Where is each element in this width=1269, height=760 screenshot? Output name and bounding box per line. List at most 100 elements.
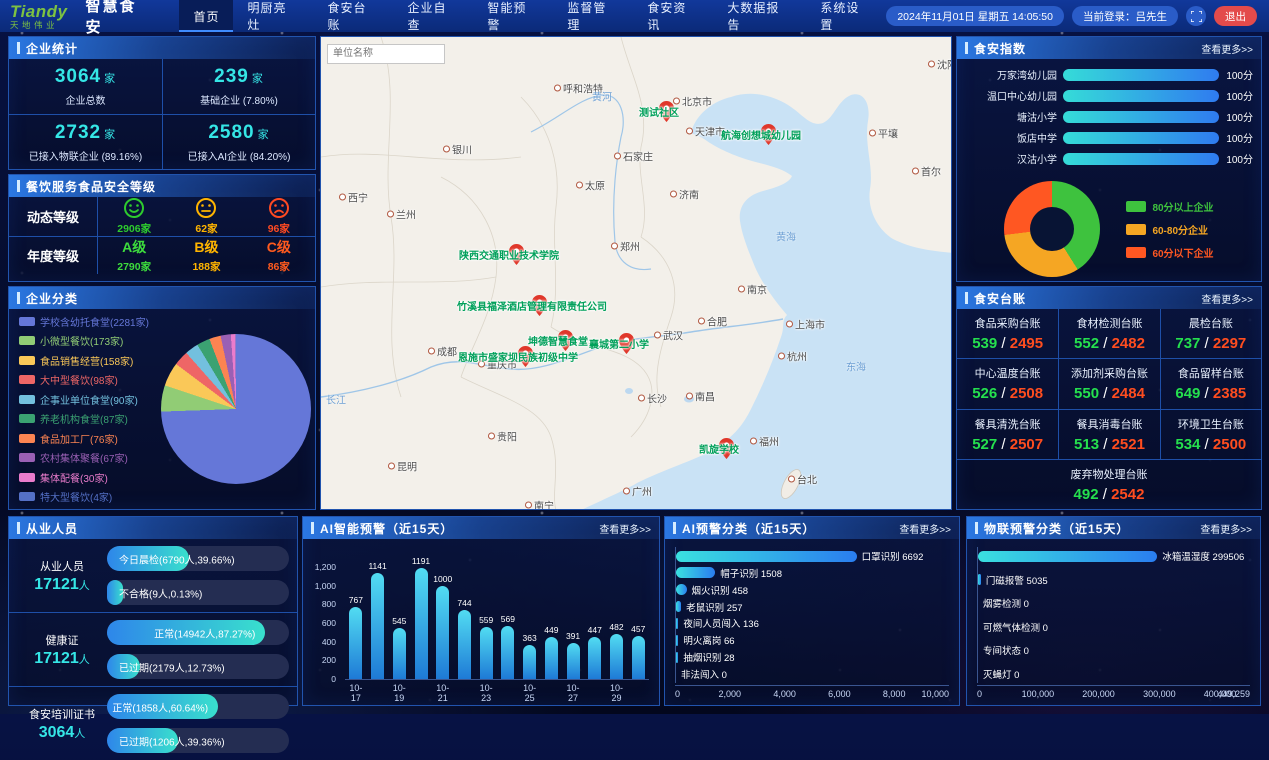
stat-value: 3064家 — [55, 66, 116, 88]
stat-label: 企业总数 — [66, 92, 106, 107]
donut-legend-item: 60-80分企业 — [1126, 222, 1213, 237]
map-marker-label: 陕西交通职业技术学院 — [459, 247, 559, 262]
bar — [588, 637, 601, 679]
legend-item: 小微型餐饮(173家) — [19, 333, 157, 348]
city-label-银川: 银川 — [443, 142, 472, 157]
view-more-link[interactable]: 查看更多>> — [899, 521, 951, 536]
city-dot — [428, 348, 435, 355]
staff-label: 健康证 — [17, 632, 107, 648]
stat-value: 239家 — [214, 66, 264, 88]
panel-title: 食安台账 — [974, 290, 1026, 307]
map-marker-label: 襄城第二小学 — [589, 336, 649, 351]
legend-item: 食品加工厂(76家) — [19, 431, 157, 446]
city-name: 南昌 — [695, 389, 715, 404]
panel-header: 餐饮服务食品安全等级 — [9, 175, 315, 197]
city-label-合肥: 合肥 — [698, 314, 727, 329]
stat-label: 已接入物联企业 (89.16%) — [29, 148, 142, 163]
smile-face-icon — [123, 197, 145, 219]
safety-grade-rows: 动态等级2906家62家96家年度等级A级2790家B级188家C级86家 — [9, 197, 315, 274]
staff-left: 从业人员17121人 — [17, 558, 107, 594]
legend-item: 集体配餐(30家) — [19, 470, 157, 485]
bar-value: 363 — [523, 633, 537, 643]
china-map[interactable]: 沈阳呼和浩特北京市天津市平壤石家庄太原济南银川西宁兰州郑州首尔南京上海市合肥杭州… — [320, 36, 952, 510]
legend-swatch — [19, 492, 35, 501]
ledger-grid: 食品采购台账539 / 2495食材检测台账552 / 2482晨检台账737 … — [957, 309, 1261, 509]
bar-column: 449 — [540, 625, 562, 679]
x-tick-label: 4,000 — [773, 689, 796, 699]
grade-count: 62家 — [195, 221, 217, 236]
ledger-cell: 食品采购台账539 / 2495 — [957, 309, 1058, 358]
donut-legend-label: 60-80分企业 — [1152, 222, 1208, 237]
city-dot — [525, 502, 532, 509]
staff-number: 17121 — [34, 576, 79, 593]
stat-cell: 3064家企业总数 — [9, 59, 162, 114]
bar — [567, 643, 580, 679]
map-base-svg — [321, 37, 952, 510]
city-name: 西宁 — [348, 190, 368, 205]
city-name: 台北 — [797, 472, 817, 487]
bar — [371, 573, 384, 679]
header-accent — [965, 292, 968, 304]
city-label-上海市: 上海市 — [786, 317, 825, 332]
hbar-label: 口罩识别 6692 — [862, 549, 924, 563]
ledger-numbers: 534 / 2500 — [1175, 436, 1246, 453]
hbar-row: 老鼠识别 257 — [676, 600, 949, 614]
nav-item-3[interactable]: 食安台账 — [313, 0, 393, 32]
city-dot — [750, 438, 757, 445]
index-name: 汉沽小学 — [965, 151, 1063, 166]
legend-item: 农村集体聚餐(67家) — [19, 450, 157, 465]
city-dot — [912, 168, 919, 175]
nav-item-2[interactable]: 明厨亮灶 — [233, 0, 313, 32]
staff-bar: 已过期(1206人,39.36%) — [107, 728, 289, 753]
grade-count: 188家 — [192, 259, 220, 274]
bar — [415, 568, 428, 679]
city-name: 首尔 — [921, 164, 941, 179]
city-name: 广州 — [632, 484, 652, 499]
bar-value: 744 — [457, 598, 471, 608]
nav-item-5[interactable]: 智能预警 — [473, 0, 553, 32]
city-name: 济南 — [679, 187, 699, 202]
unit-name-search-input[interactable] — [327, 44, 445, 64]
ledger-total-count: 2385 — [1213, 385, 1246, 402]
city-label-长沙: 长沙 — [638, 391, 667, 406]
x-tick-label: 10,000 — [921, 689, 949, 699]
bar-value: 449 — [544, 625, 558, 635]
staff-bar-label: 不合格(9人,0.13%) — [119, 585, 202, 600]
bar-value: 391 — [566, 631, 580, 641]
x-tick-label: 10-25 — [519, 683, 541, 703]
fullscreen-button[interactable] — [1186, 6, 1206, 26]
x-tick-label: 0 — [977, 689, 982, 699]
nav-item-4[interactable]: 企业自查 — [393, 0, 473, 32]
legend-swatch — [19, 453, 35, 462]
bar-value: 447 — [588, 625, 602, 635]
grade-item: A级2790家 — [98, 237, 170, 274]
x-tick-label: 10-19 — [388, 683, 410, 703]
x-tick-label: 200,000 — [1082, 689, 1115, 699]
x-tick-label: 8,000 — [883, 689, 906, 699]
donut-section: 80分以上企业60-80分企业60分以下企业 — [957, 181, 1261, 277]
city-name: 平壤 — [878, 126, 898, 141]
city-dot — [488, 433, 495, 440]
view-more-link[interactable]: 查看更多>> — [1201, 291, 1253, 306]
top-bar: Tiandy 天地伟业 智慧食安 首页明厨亮灶食安台账企业自查智能预警监督管理食… — [0, 0, 1269, 32]
staff-rows: 从业人员17121人今日晨检(6790人,39.66%)不合格(9人,0.13%… — [9, 539, 297, 760]
view-more-link[interactable]: 查看更多>> — [1200, 521, 1252, 536]
index-bar-track — [1063, 111, 1219, 123]
nav-item-9[interactable]: 系统设置 — [806, 0, 886, 32]
logout-button[interactable]: 退出 — [1214, 6, 1257, 26]
bar-column: 391 — [562, 631, 584, 679]
ledger-cell: 晨检台账737 / 2297 — [1160, 309, 1261, 358]
neutral-face-icon — [195, 197, 217, 219]
hbar-label: 灭蝇灯 0 — [983, 667, 1019, 681]
view-more-link[interactable]: 查看更多>> — [599, 521, 651, 536]
ledger-separator: / — [1200, 436, 1213, 453]
legend-swatch — [19, 473, 35, 482]
nav-item-6[interactable]: 监督管理 — [553, 0, 633, 32]
nav-item-7[interactable]: 食安资讯 — [633, 0, 713, 32]
view-more-link[interactable]: 查看更多>> — [1201, 41, 1253, 56]
nav-item-8[interactable]: 大数据报告 — [713, 0, 806, 32]
panel-header: AI智能预警（近15天） 查看更多>> — [303, 517, 659, 539]
x-tick-label: 6,000 — [828, 689, 851, 699]
bar — [349, 607, 362, 679]
nav-item-1[interactable]: 首页 — [179, 0, 233, 32]
